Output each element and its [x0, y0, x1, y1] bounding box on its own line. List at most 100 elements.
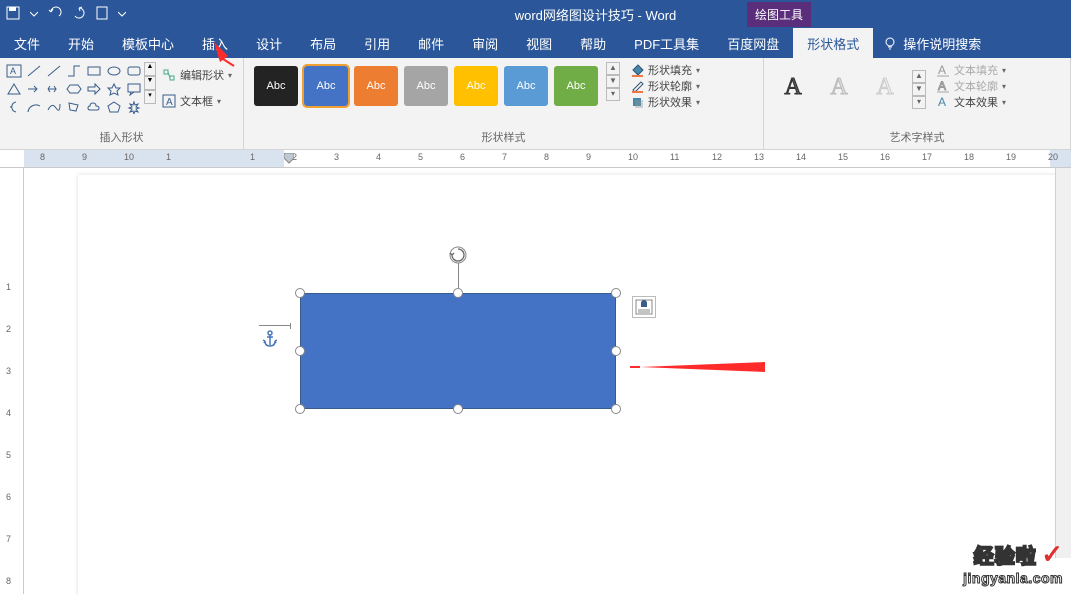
selected-shape[interactable]	[300, 293, 616, 409]
menu-mailings[interactable]: 邮件	[404, 28, 458, 59]
resize-handle[interactable]	[611, 346, 621, 356]
wordart-gallery[interactable]: AAA	[770, 62, 908, 110]
text-cursor	[259, 325, 291, 326]
resize-handle[interactable]	[295, 404, 305, 414]
vertical-ruler[interactable]: 12345678	[0, 168, 24, 594]
chevron-down-icon[interactable]	[30, 7, 38, 21]
gallery-up-icon[interactable]: ▲	[144, 62, 156, 76]
chevron-down-icon[interactable]	[118, 7, 126, 21]
text-fill-button[interactable]: A 文本填充 ▾	[936, 62, 1006, 78]
tell-me-search[interactable]: 操作说明搜索	[873, 34, 991, 53]
window-title: word网络图设计技巧 - Word	[126, 5, 1065, 24]
ribbon: A	[0, 58, 1071, 150]
gallery-down-icon[interactable]: ▼	[912, 83, 926, 96]
undo-icon[interactable]	[48, 6, 62, 23]
gallery-down-icon[interactable]: ▼	[144, 76, 156, 90]
svg-text:A: A	[938, 79, 946, 93]
style-thumb[interactable]: Abc	[404, 66, 448, 106]
style-thumb[interactable]: Abc	[254, 66, 298, 106]
burst-shape-icon[interactable]	[126, 100, 142, 114]
shapes-gallery[interactable]: A	[6, 62, 142, 114]
menu-view[interactable]: 视图	[512, 28, 566, 59]
contextual-tab-label: 绘图工具	[747, 2, 811, 27]
menu-shape-format[interactable]: 形状格式	[793, 28, 873, 59]
watermark-text: 经验啦	[974, 546, 1037, 568]
triangle-shape-icon[interactable]	[6, 82, 22, 96]
new-doc-icon[interactable]	[96, 6, 108, 23]
gallery-more-icon[interactable]: ▾	[144, 90, 156, 104]
resize-handle[interactable]	[295, 288, 305, 298]
resize-handle[interactable]	[453, 404, 463, 414]
curve-shape-icon[interactable]	[46, 100, 62, 114]
oval-shape-icon[interactable]	[106, 64, 122, 78]
horizontal-ruler[interactable]: 891011234567891011121314151617181920	[0, 150, 1071, 168]
style-thumb[interactable]: Abc	[304, 66, 348, 106]
shape-effects-button[interactable]: 形状效果 ▾	[630, 94, 700, 110]
indent-marker[interactable]	[284, 153, 294, 163]
menu-design[interactable]: 设计	[242, 28, 296, 59]
svg-text:A: A	[938, 95, 946, 109]
watermark-url: jingyanla.com	[963, 570, 1063, 586]
text-outline-button[interactable]: A 文本轮廓 ▾	[936, 78, 1006, 94]
line-shape-icon[interactable]	[26, 64, 42, 78]
shape-outline-button[interactable]: 形状轮廓 ▾	[630, 78, 700, 94]
rect-shape-icon[interactable]	[86, 64, 102, 78]
pentagon-shape-icon[interactable]	[106, 100, 122, 114]
layout-options-button[interactable]	[632, 296, 656, 318]
gallery-up-icon[interactable]: ▲	[912, 70, 926, 83]
gallery-more-icon[interactable]: ▾	[912, 96, 926, 109]
gallery-down-icon[interactable]: ▼	[606, 75, 620, 88]
style-thumb[interactable]: Abc	[354, 66, 398, 106]
connector-shape-icon[interactable]	[66, 64, 82, 78]
arc-shape-icon[interactable]	[26, 100, 42, 114]
menu-baidu[interactable]: 百度网盘	[713, 28, 793, 59]
edit-shape-icon	[162, 68, 176, 82]
rotation-handle-icon[interactable]	[448, 245, 468, 265]
redo-icon[interactable]	[72, 6, 86, 23]
resize-handle[interactable]	[295, 346, 305, 356]
menu-pdf[interactable]: PDF工具集	[620, 28, 713, 59]
ribbon-group-label: 插入形状	[6, 129, 237, 147]
wordart-thumb[interactable]: A	[822, 70, 856, 104]
wordart-thumb[interactable]: A	[776, 70, 810, 104]
gallery-up-icon[interactable]: ▲	[606, 62, 620, 75]
vertical-scrollbar[interactable]	[1055, 168, 1071, 558]
svg-text:A: A	[10, 66, 16, 76]
style-thumb[interactable]: Abc	[454, 66, 498, 106]
menu-file[interactable]: 文件	[0, 28, 54, 59]
style-thumb[interactable]: Abc	[504, 66, 548, 106]
menu-help[interactable]: 帮助	[566, 28, 620, 59]
menu-review[interactable]: 审阅	[458, 28, 512, 59]
arrow-shape-icon[interactable]	[26, 82, 42, 96]
wordart-thumb[interactable]: A	[868, 70, 902, 104]
style-gallery[interactable]: AbcAbcAbcAbcAbcAbcAbc	[250, 62, 602, 110]
resize-handle[interactable]	[611, 288, 621, 298]
text-effects-button[interactable]: A 文本效果 ▾	[936, 94, 1006, 110]
bucket-icon	[630, 63, 644, 77]
style-thumb[interactable]: Abc	[554, 66, 598, 106]
arrow-shape-icon[interactable]	[46, 82, 62, 96]
menu-references[interactable]: 引用	[350, 28, 404, 59]
line-shape-icon[interactable]	[46, 64, 62, 78]
resize-handle[interactable]	[453, 288, 463, 298]
gallery-more-icon[interactable]: ▾	[606, 88, 620, 101]
shape-fill-button[interactable]: 形状填充 ▾	[630, 62, 700, 78]
save-icon[interactable]	[6, 6, 20, 23]
star-shape-icon[interactable]	[106, 82, 122, 96]
callout-shape-icon[interactable]	[126, 82, 142, 96]
brace-shape-icon[interactable]	[6, 100, 22, 114]
menu-home[interactable]: 开始	[54, 28, 108, 59]
menu-template[interactable]: 模板中心	[108, 28, 188, 59]
arrow-right-shape-icon[interactable]	[86, 82, 102, 96]
edit-shape-button[interactable]: 编辑形状▾	[162, 67, 232, 83]
resize-handle[interactable]	[611, 404, 621, 414]
textbox-button[interactable]: A 文本框 ▾	[162, 93, 232, 109]
textbox-shape-icon[interactable]: A	[6, 64, 22, 78]
freeform-shape-icon[interactable]	[66, 100, 82, 114]
hexagon-shape-icon[interactable]	[66, 82, 82, 96]
cloud-shape-icon[interactable]	[86, 100, 102, 114]
shape-rect[interactable]	[300, 293, 616, 409]
rrect-shape-icon[interactable]	[126, 64, 142, 78]
menu-layout[interactable]: 布局	[296, 28, 350, 59]
svg-text:A: A	[166, 97, 173, 108]
